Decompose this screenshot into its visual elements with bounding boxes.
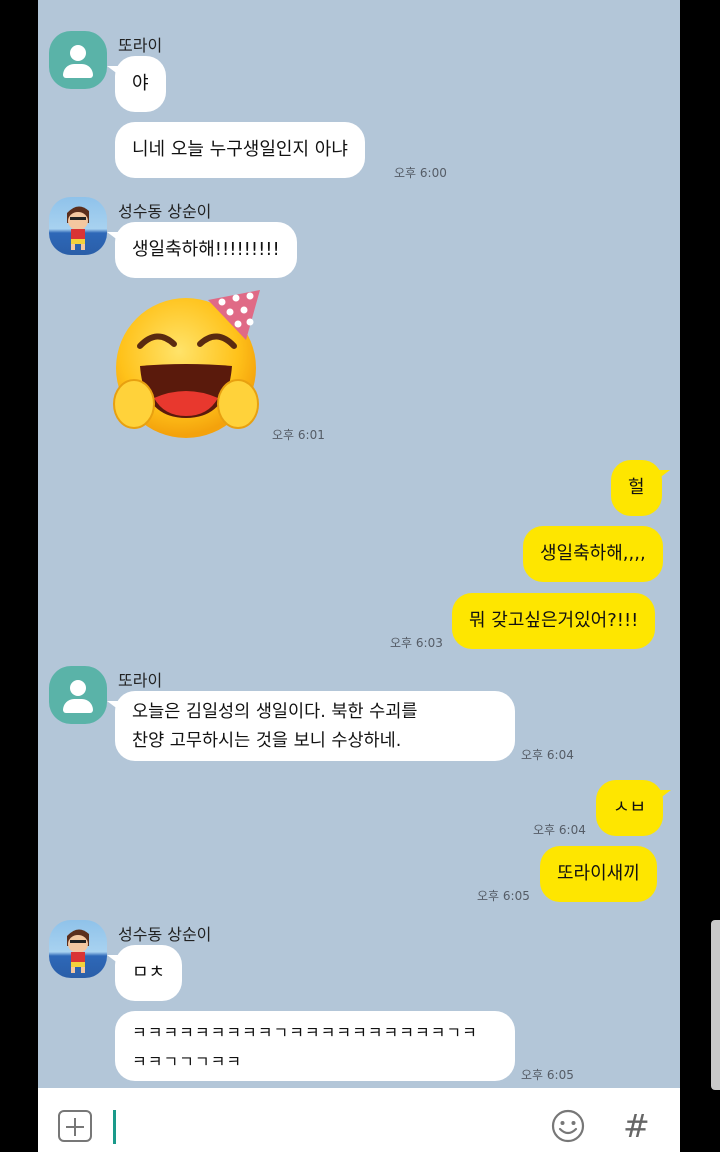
message-time: 오후 6:04 — [533, 823, 586, 837]
my-message-bubble[interactable]: 뭐 갖고싶은거있어?!!! — [452, 593, 656, 649]
sender-name: 성수동 상순이 — [118, 202, 212, 221]
hash-search-button[interactable]: # — [623, 1106, 650, 1146]
default-profile-icon — [70, 680, 86, 696]
message-time: 오후 6:00 — [394, 166, 447, 180]
avatar[interactable] — [49, 197, 107, 255]
sender-name: 또라이 — [118, 36, 163, 55]
message-line: ㅋㅋㄱㄱㄱㅋㅋ — [132, 1052, 243, 1071]
message-bubble[interactable]: 생일축하해!!!!!!!!! — [107, 222, 297, 278]
sender-name: 또라이 — [118, 671, 163, 690]
my-message-bubble[interactable]: 또라이새끼 — [540, 846, 657, 902]
my-message-bubble[interactable]: 헐 — [611, 460, 670, 516]
message-input-bar: # — [38, 1088, 680, 1152]
message-time: 오후 6:05 — [477, 889, 530, 903]
message-bubble[interactable]: 오늘은 김일성의 생일이다. 북한 수괴를 찬양 고무하시는 것을 보니 수상하… — [107, 691, 515, 761]
plus-square-icon[interactable] — [58, 1110, 92, 1142]
message-time: 오후 6:04 — [521, 748, 574, 762]
avatar[interactable] — [49, 920, 107, 978]
message-bubble[interactable]: ㅁㅊ — [106, 945, 183, 1001]
party-hat-laughing-emoticon[interactable] — [112, 288, 264, 438]
edge-panel-handle[interactable] — [711, 920, 720, 1090]
message-line: ㅋㅋㅋㅋㅋㅋㅋㅋㅋㄱㅋㅋㅋㅋㅋㅋㅋㅋㅋㅋㄱㅋ — [132, 1023, 478, 1042]
message-line: 찬양 고무하시는 것을 보니 수상하네. — [132, 731, 402, 751]
smiley-icon[interactable] — [550, 1108, 586, 1144]
message-bubble[interactable]: 니네 오늘 누구생일인지 아냐 — [115, 122, 365, 178]
my-message-bubble[interactable]: ㅅㅂ — [596, 780, 672, 836]
text-cursor — [113, 1110, 116, 1144]
default-profile-icon — [70, 45, 86, 61]
sender-name: 성수동 상순이 — [118, 925, 212, 944]
cartoon-character-icon — [67, 929, 89, 973]
message-bubble[interactable]: 야 — [107, 56, 166, 112]
cartoon-character-icon — [67, 206, 89, 250]
avatar[interactable] — [49, 666, 107, 724]
message-bubble[interactable]: ㅋㅋㅋㅋㅋㅋㅋㅋㅋㄱㅋㅋㅋㅋㅋㅋㅋㅋㅋㅋㄱㅋ ㅋㅋㄱㄱㄱㅋㅋ — [115, 1011, 515, 1081]
message-time: 오후 6:01 — [272, 428, 325, 442]
message-time: 오후 6:05 — [521, 1068, 574, 1082]
my-message-bubble[interactable]: 생일축하해,,,, — [523, 526, 663, 582]
chat-screen: 또라이 야 니네 오늘 누구생일인지 아냐 오후 6:00 성수동 상순이 생일… — [38, 0, 680, 1152]
message-input[interactable] — [110, 1106, 530, 1146]
message-line: 오늘은 김일성의 생일이다. 북한 수괴를 — [132, 702, 418, 722]
avatar[interactable] — [49, 31, 107, 89]
message-time: 오후 6:03 — [390, 636, 443, 650]
